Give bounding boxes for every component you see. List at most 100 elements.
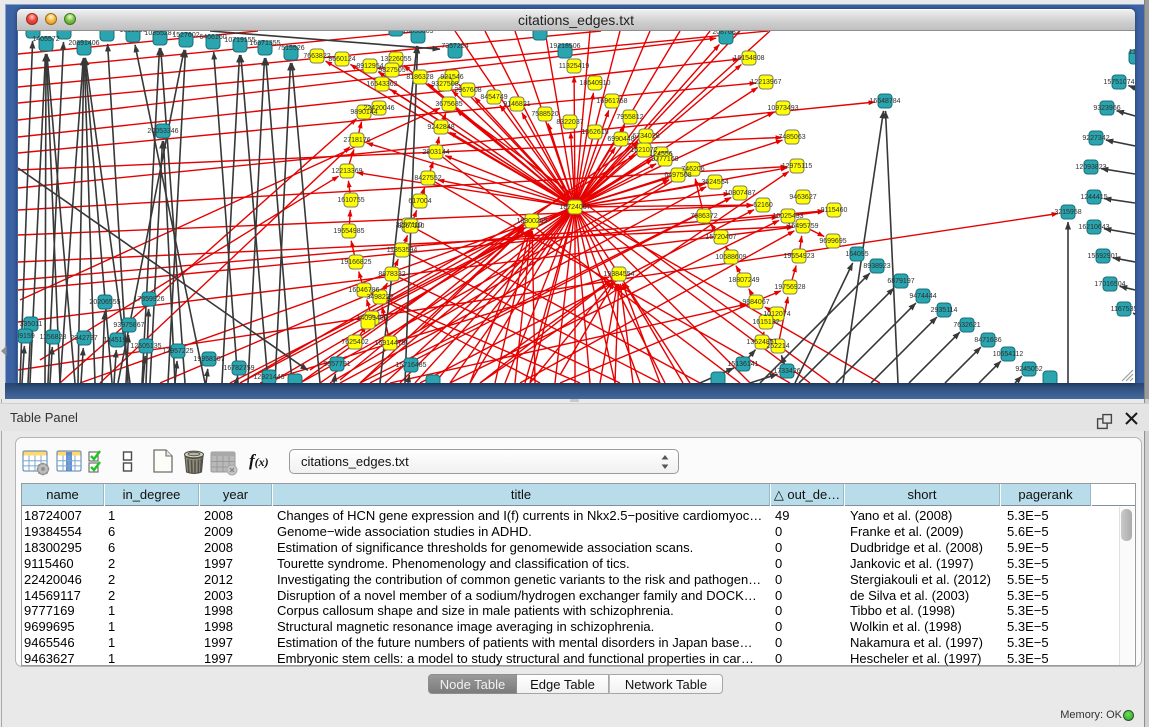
svg-text:7588520: 7588520 <box>531 111 558 118</box>
svg-text:19958107: 19958107 <box>193 356 224 363</box>
svg-text:1527602: 1527602 <box>172 32 199 39</box>
svg-text:13226055: 13226055 <box>380 56 411 63</box>
svg-text:7625402: 7625402 <box>341 339 368 346</box>
svg-text:6990448: 6990448 <box>607 136 634 143</box>
svg-text:17359926: 17359926 <box>133 296 164 303</box>
svg-text:39159: 39159 <box>18 333 35 340</box>
svg-text:15751074: 15751074 <box>1103 79 1134 86</box>
svg-text:15692901: 15692901 <box>1087 253 1118 260</box>
svg-text:3675685: 3675685 <box>435 101 462 108</box>
svg-text:2942737: 2942737 <box>70 335 97 342</box>
svg-text:9227342: 9227342 <box>1082 135 1109 142</box>
svg-text:1244415: 1244415 <box>1080 194 1107 201</box>
svg-text:9115460: 9115460 <box>821 207 848 214</box>
svg-text:12213967: 12213967 <box>750 79 781 86</box>
svg-text:16210643: 16210643 <box>1078 224 1109 231</box>
svg-text:18640910: 18640910 <box>579 80 610 87</box>
svg-text:12213369: 12213369 <box>331 168 362 175</box>
svg-text:1145194: 1145194 <box>104 337 131 344</box>
svg-text:1167535: 1167535 <box>1111 306 1135 313</box>
svg-text:9146821: 9146821 <box>503 101 530 108</box>
svg-text:10688609: 10688609 <box>715 254 746 261</box>
svg-text:3498222: 3498222 <box>366 294 393 301</box>
svg-text:7955812: 7955812 <box>616 114 643 121</box>
svg-text:1117: 1117 <box>1129 49 1135 56</box>
svg-text:2718176: 2718176 <box>343 137 370 144</box>
svg-text:7986372: 7986372 <box>690 213 717 220</box>
svg-text:10654112: 10654112 <box>993 351 1024 358</box>
svg-text:2935114: 2935114 <box>931 307 958 314</box>
svg-text:14099489: 14099489 <box>356 315 387 322</box>
svg-text:16154808: 16154808 <box>733 55 764 62</box>
svg-text:9245052: 9245052 <box>1015 366 1042 373</box>
svg-text:6734028: 6734028 <box>632 133 659 140</box>
svg-text:8813054: 8813054 <box>526 31 553 32</box>
svg-text:12921446: 12921446 <box>253 374 284 381</box>
svg-text:2087682: 2087682 <box>712 31 739 36</box>
svg-text:252214: 252214 <box>766 343 789 350</box>
svg-text:335011: 335011 <box>20 321 43 328</box>
svg-text:1610755: 1610755 <box>337 197 364 204</box>
svg-text:11353594: 11353594 <box>387 247 418 254</box>
svg-text:921546: 921546 <box>440 74 463 81</box>
svg-text:9474444: 9474444 <box>909 293 936 300</box>
svg-text:15716485: 15716485 <box>395 362 426 369</box>
svg-text:746206: 746206 <box>681 166 704 173</box>
svg-text:19218506: 19218506 <box>549 43 580 50</box>
svg-text:8322037: 8322037 <box>556 119 583 126</box>
svg-text:1733426: 1733426 <box>773 368 800 375</box>
svg-text:617004: 617004 <box>408 198 431 205</box>
svg-text:9890144: 9890144 <box>350 109 377 116</box>
svg-text:7515526: 7515526 <box>277 45 304 52</box>
svg-text:12975115: 12975115 <box>782 163 813 170</box>
svg-text:12505135: 12505135 <box>130 343 161 350</box>
svg-text:7632621: 7632621 <box>953 322 980 329</box>
svg-text:11325419: 11325419 <box>559 63 590 70</box>
svg-text:10807487: 10807487 <box>724 190 755 197</box>
svg-text:15720407: 15720407 <box>705 234 736 241</box>
svg-text:1855860: 1855860 <box>119 31 146 34</box>
svg-text:7357224: 7357224 <box>441 43 468 50</box>
svg-text:8186328: 8186328 <box>406 74 433 81</box>
svg-text:15136141: 15136141 <box>727 361 758 368</box>
svg-text:8471636: 8471636 <box>974 337 1001 344</box>
svg-text:18300295: 18300295 <box>516 218 547 225</box>
svg-text:19756928: 19756928 <box>774 284 805 291</box>
svg-text:12093823: 12093823 <box>1075 164 1106 171</box>
svg-text:16648784: 16648784 <box>869 98 900 105</box>
svg-text:1405572: 1405572 <box>32 36 59 43</box>
svg-text:19654923: 19654923 <box>783 253 814 260</box>
svg-text:8660124: 8660124 <box>328 56 355 63</box>
svg-text:16961758: 16961758 <box>596 98 627 105</box>
svg-text:1362615: 1362615 <box>581 129 608 136</box>
svg-text:18724007: 18724007 <box>559 204 590 211</box>
svg-text:62160: 62160 <box>753 202 773 209</box>
svg-text:16046786: 16046786 <box>348 287 379 294</box>
svg-text:20691406: 20691406 <box>68 40 99 47</box>
svg-text:18807249: 18807249 <box>728 277 759 284</box>
svg-text:19384554: 19384554 <box>603 271 634 278</box>
svg-text:10855287: 10855287 <box>144 31 175 37</box>
svg-text:6879197: 6879197 <box>887 278 914 285</box>
svg-text:7663822: 7663822 <box>303 53 330 60</box>
svg-text:20053346: 20053346 <box>147 128 178 135</box>
svg-text:2967608: 2967608 <box>454 87 481 94</box>
svg-text:16033809: 16033809 <box>402 31 433 35</box>
svg-text:6497508: 6497508 <box>664 172 691 179</box>
svg-text:9827505: 9827505 <box>378 67 405 74</box>
svg-text:17957225: 17957225 <box>162 348 193 355</box>
svg-text:9884067: 9884067 <box>742 299 769 306</box>
svg-text:8938923: 8938923 <box>863 263 890 270</box>
svg-text:19654985: 19654985 <box>333 228 364 235</box>
svg-text:10025433: 10025433 <box>772 213 803 220</box>
svg-text:2803144: 2803144 <box>422 149 449 156</box>
svg-text:7485063: 7485063 <box>778 134 805 141</box>
svg-text:20206555: 20206555 <box>89 299 120 306</box>
svg-text:8454749: 8454749 <box>480 94 507 101</box>
svg-text:10973493: 10973493 <box>767 105 798 112</box>
svg-text:9857791: 9857791 <box>323 361 350 368</box>
svg-text:16914479: 16914479 <box>374 340 405 347</box>
svg-text:16671355: 16671355 <box>249 40 280 47</box>
svg-text:16782759: 16782759 <box>223 365 254 372</box>
svg-text:16495759: 16495759 <box>787 223 818 230</box>
